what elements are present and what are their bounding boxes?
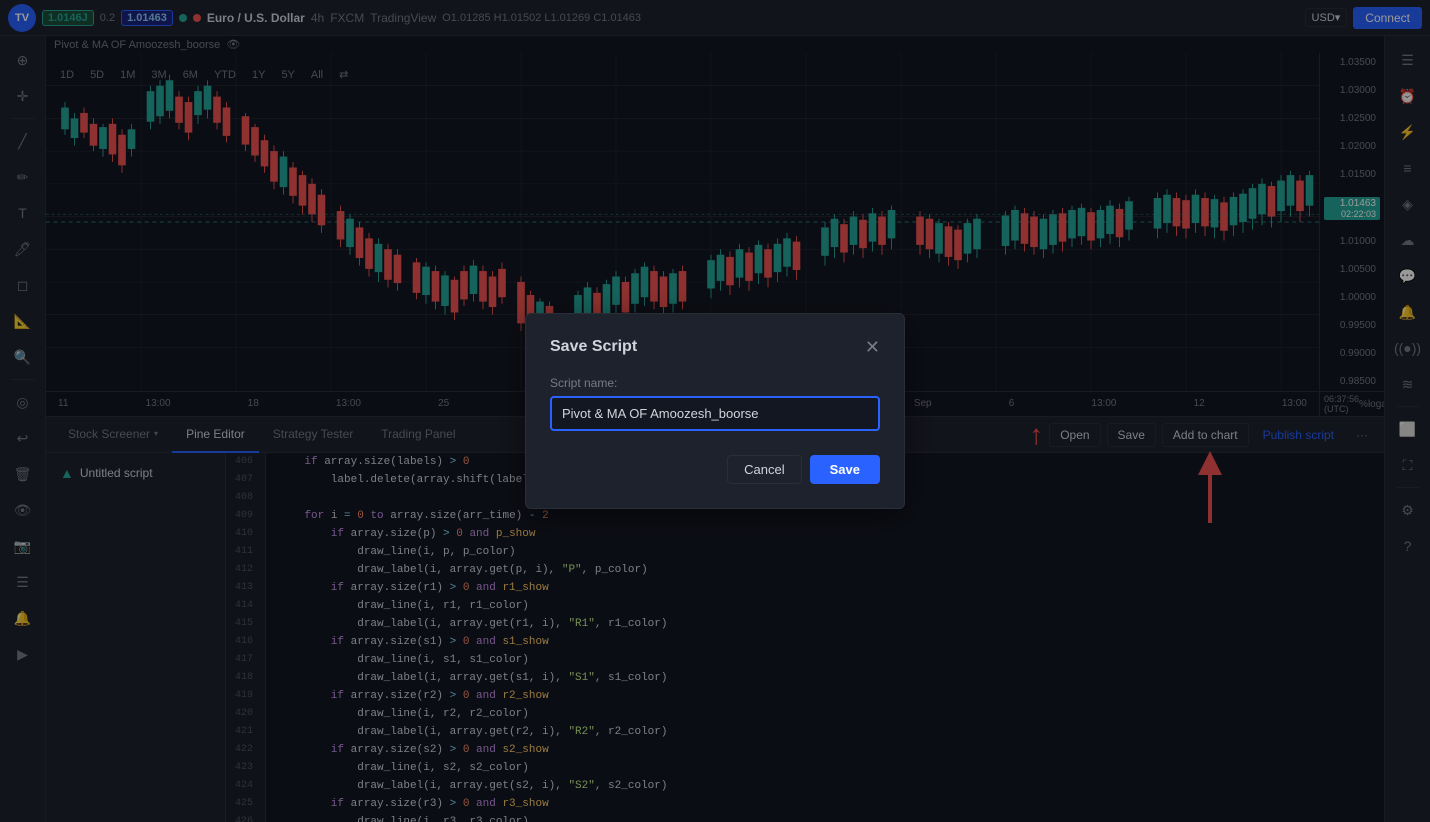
modal-overlay: Save Script ✕ Script name: Cancel Save — [0, 0, 1430, 822]
script-name-input[interactable] — [550, 396, 880, 431]
modal-header: Save Script ✕ — [550, 338, 880, 356]
save-script-modal: Save Script ✕ Script name: Cancel Save — [525, 313, 905, 509]
modal-body: Script name: — [550, 376, 880, 431]
modal-actions: Cancel Save — [550, 455, 880, 484]
modal-close-button[interactable]: ✕ — [865, 338, 880, 356]
modal-title: Save Script — [550, 338, 637, 356]
save-confirm-button[interactable]: Save — [810, 455, 880, 484]
script-name-label: Script name: — [550, 376, 880, 390]
cancel-button[interactable]: Cancel — [727, 455, 801, 484]
